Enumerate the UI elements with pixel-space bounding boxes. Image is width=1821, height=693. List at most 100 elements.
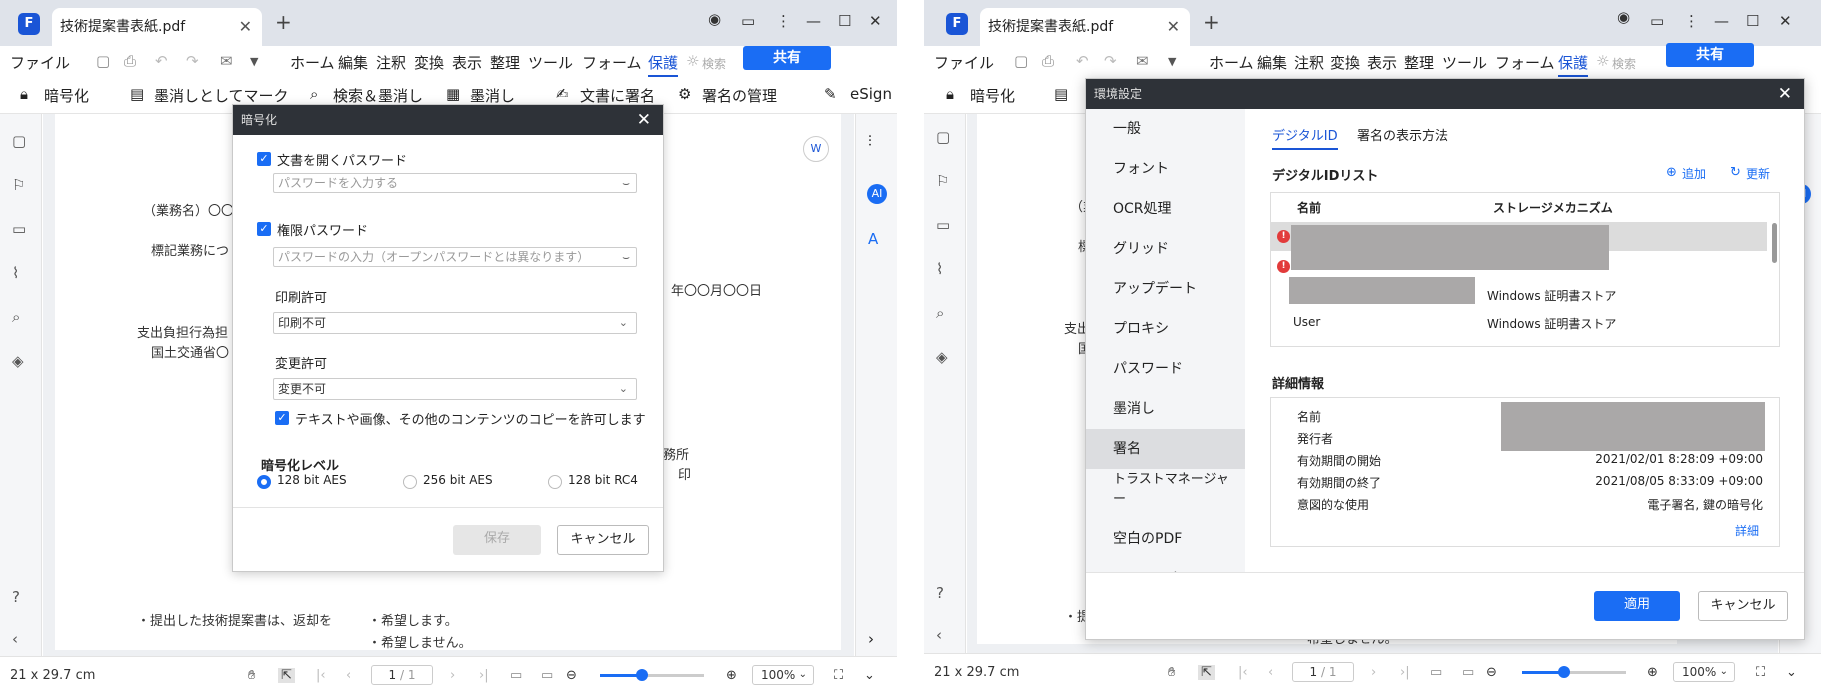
maximize-icon[interactable]: ☐ xyxy=(838,12,851,30)
comment-icon[interactable]: ▭ xyxy=(936,216,950,234)
close-tab-icon[interactable]: ✕ xyxy=(239,8,252,46)
page-number-input[interactable]: 1 / 1 xyxy=(1292,662,1354,682)
share-button[interactable]: 共有 xyxy=(1666,43,1754,67)
help-icon[interactable]: ? xyxy=(936,584,944,602)
sign-doc-button[interactable]: 文書に署名 xyxy=(580,85,655,106)
more-view-icon[interactable]: ⌄ xyxy=(864,668,875,683)
add-button[interactable]: 追加 xyxy=(1682,165,1706,182)
menu-annotate[interactable]: 注釈 xyxy=(1294,52,1324,73)
save-button[interactable]: 保存 xyxy=(453,525,541,555)
dropdown-icon[interactable]: ▼ xyxy=(1168,55,1176,68)
zoom-slider[interactable] xyxy=(1522,666,1626,678)
menu-file[interactable]: ファイル xyxy=(934,52,994,73)
aes256-radio[interactable] xyxy=(403,475,417,489)
menu-search[interactable]: 検索 xyxy=(1612,55,1636,72)
close-dialog-icon[interactable]: ✕ xyxy=(1778,79,1792,109)
close-dialog-icon[interactable]: ✕ xyxy=(637,105,651,135)
zoom-slider[interactable] xyxy=(600,669,704,681)
page-number-input[interactable]: 1 / 1 xyxy=(371,665,433,685)
menu-annotate[interactable]: 注釈 xyxy=(376,52,406,73)
nav-proxy[interactable]: プロキシ xyxy=(1086,309,1245,349)
rc4-radio[interactable] xyxy=(548,475,562,489)
page-icon[interactable]: ▢ xyxy=(12,132,26,150)
table-row[interactable]: User Windows 証明書ストア xyxy=(1271,309,1767,338)
prev-page-icon[interactable]: ‹ xyxy=(346,668,351,683)
comment-icon[interactable]: ▭ xyxy=(12,220,26,238)
mail-icon[interactable]: ✉ xyxy=(1136,52,1149,70)
cancel-button[interactable]: キャンセル xyxy=(557,525,649,555)
eye-icon[interactable]: ⌣ xyxy=(622,174,630,192)
menu-convert[interactable]: 変換 xyxy=(1330,52,1360,73)
menu-search[interactable]: 検索 xyxy=(702,55,726,72)
search-icon[interactable]: ⌕ xyxy=(12,308,20,326)
minimize-icon[interactable]: — xyxy=(1714,12,1729,30)
nav-update[interactable]: アップデート xyxy=(1086,269,1245,309)
nav-shortcuts[interactable]: ショートカット xyxy=(1086,559,1245,572)
attachment-icon[interactable]: ⌇ xyxy=(12,264,19,282)
refresh-button[interactable]: 更新 xyxy=(1746,165,1770,182)
more-icon[interactable]: ⋮ xyxy=(776,12,791,30)
ai-icon[interactable]: AI xyxy=(867,184,887,204)
menu-protect[interactable]: 保護 xyxy=(1558,52,1589,77)
nav-password[interactable]: パスワード xyxy=(1086,349,1245,389)
eye-icon[interactable]: ⌣ xyxy=(622,248,630,266)
new-tab-icon[interactable]: + xyxy=(275,10,292,34)
menu-tools[interactable]: ツール xyxy=(528,52,573,73)
zoom-select[interactable]: 100% ⌄ xyxy=(752,665,814,685)
open-password-input[interactable]: パスワードを入力する ⌣ xyxy=(273,173,637,193)
zoom-in-icon[interactable]: ⊕ xyxy=(726,668,737,683)
last-page-icon[interactable]: ›| xyxy=(479,668,489,683)
properties-icon[interactable]: ⫶ xyxy=(868,132,872,150)
share-button[interactable]: 共有 xyxy=(743,46,831,70)
nav-trust-manager[interactable]: トラストマネージャ xyxy=(1086,469,1245,491)
mail-icon[interactable]: ✉ xyxy=(220,52,233,70)
search-redact-button[interactable]: 検索＆墨消し xyxy=(333,85,423,106)
print-icon[interactable]: ⎙ xyxy=(124,52,136,70)
details-link[interactable]: 詳細 xyxy=(1735,522,1759,539)
add-icon[interactable]: ⊕ xyxy=(1666,165,1677,180)
redact-button[interactable]: 墨消し xyxy=(470,85,515,106)
page-icon[interactable]: ▢ xyxy=(936,128,950,146)
nav-signature[interactable]: 署名 xyxy=(1086,429,1245,469)
tab-signature-appearance[interactable]: 署名の表示方法 xyxy=(1357,125,1448,144)
undo-icon[interactable]: ↶ xyxy=(1076,52,1089,70)
print-icon[interactable]: ⎙ xyxy=(1042,52,1054,70)
cancel-button[interactable]: キャンセル xyxy=(1698,591,1788,621)
manage-sign-button[interactable]: 署名の管理 xyxy=(702,85,777,106)
translate-icon[interactable]: A xyxy=(868,230,878,248)
close-tab-icon[interactable]: ✕ xyxy=(1167,8,1180,46)
scrollbar[interactable] xyxy=(1772,223,1777,263)
menu-edit[interactable]: 編集 xyxy=(338,52,368,73)
change-permission-select[interactable]: 変更不可 ⌄ xyxy=(273,378,637,400)
nav-redact[interactable]: 墨消し xyxy=(1086,389,1245,429)
select-icon[interactable]: ⇱ xyxy=(1198,665,1215,680)
fit-width-icon[interactable]: ▭ xyxy=(541,668,553,683)
menu-home[interactable]: ホーム xyxy=(1209,52,1254,73)
feedback-icon[interactable]: ▭ xyxy=(741,12,755,30)
zoom-select[interactable]: 100% ⌄ xyxy=(1673,662,1735,682)
last-page-icon[interactable]: ›| xyxy=(1400,665,1410,680)
attachment-icon[interactable]: ⌇ xyxy=(936,260,943,278)
zoom-in-icon[interactable]: ⊕ xyxy=(1647,665,1658,680)
redo-icon[interactable]: ↷ xyxy=(1104,52,1117,70)
open-password-checkbox[interactable]: ✓ xyxy=(257,152,271,166)
hand-icon[interactable]: ✋︎ xyxy=(1168,665,1175,680)
menu-view[interactable]: 表示 xyxy=(1367,52,1397,73)
menu-view[interactable]: 表示 xyxy=(452,52,482,73)
maximize-icon[interactable]: ☐ xyxy=(1746,12,1759,30)
encrypt-button[interactable]: 暗号化 xyxy=(970,85,1015,106)
esign-button[interactable]: eSign xyxy=(850,85,892,103)
layers-icon[interactable]: ◈ xyxy=(936,348,948,366)
zoom-out-icon[interactable]: ⊖ xyxy=(566,668,577,683)
nav-general[interactable]: 一般 xyxy=(1086,109,1245,149)
menu-protect[interactable]: 保護 xyxy=(648,52,679,77)
nav-blank-pdf[interactable]: 空白のPDF xyxy=(1086,519,1245,559)
tab-digital-id[interactable]: デジタルID xyxy=(1272,125,1338,150)
menu-form[interactable]: フォーム xyxy=(582,52,642,73)
collapse-left-icon[interactable]: ‹ xyxy=(12,630,18,648)
apply-button[interactable]: 適用 xyxy=(1594,591,1680,621)
menu-home[interactable]: ホーム xyxy=(290,52,335,73)
nav-font[interactable]: フォント xyxy=(1086,149,1245,189)
menu-organize[interactable]: 整理 xyxy=(490,52,520,73)
aes128-radio[interactable] xyxy=(257,475,271,489)
